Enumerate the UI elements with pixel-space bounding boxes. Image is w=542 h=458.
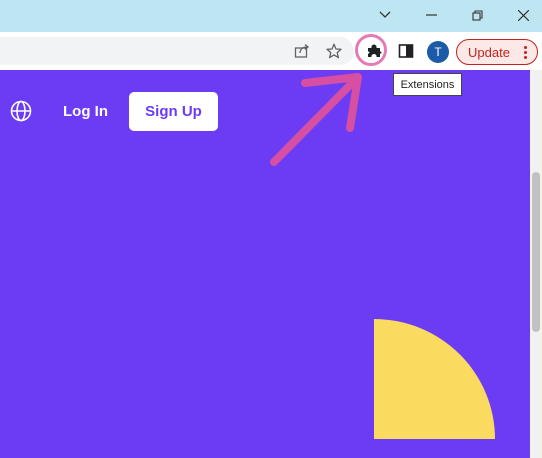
browser-window: T Update Log In Sign Up Extensions — [0, 0, 542, 458]
signup-button[interactable]: Sign Up — [129, 92, 218, 131]
yellow-quarter-circle — [374, 319, 495, 439]
update-button[interactable]: Update — [456, 39, 538, 65]
close-button[interactable] — [500, 0, 542, 30]
pointer-arrow-annotation — [270, 73, 362, 166]
scrollbar-thumb[interactable] — [532, 172, 540, 332]
restore-icon — [471, 9, 483, 21]
title-bar — [0, 0, 542, 32]
page-scrollbar[interactable] — [530, 70, 542, 458]
share-icon — [294, 44, 310, 58]
more-menu-icon — [524, 46, 527, 60]
extensions-tooltip: Extensions — [393, 73, 462, 96]
sidepanel-icon — [398, 44, 414, 58]
update-label: Update — [468, 45, 510, 60]
globe-icon[interactable] — [10, 100, 32, 122]
minimize-button[interactable] — [408, 0, 454, 30]
restore-button[interactable] — [454, 0, 500, 30]
tab-search-button[interactable] — [362, 0, 408, 30]
star-icon — [326, 43, 342, 59]
profile-avatar[interactable]: T — [427, 41, 449, 63]
chevron-down-icon — [379, 11, 391, 18]
minimize-icon — [425, 14, 437, 16]
login-link[interactable]: Log In — [63, 103, 108, 120]
side-panel-button[interactable] — [394, 39, 418, 63]
close-icon — [517, 9, 529, 21]
